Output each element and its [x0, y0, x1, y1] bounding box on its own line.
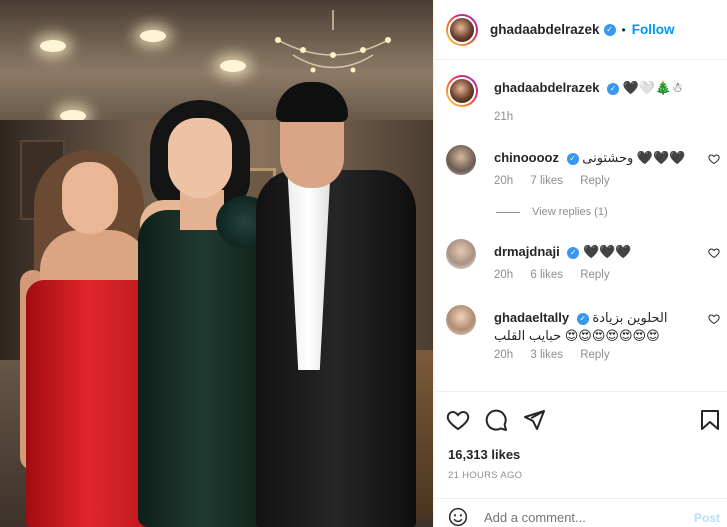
comment-likes[interactable]: 7 likes [530, 175, 563, 187]
add-comment-input[interactable] [484, 510, 664, 525]
comment-username[interactable]: drmajdnaji [494, 244, 560, 259]
emoji-smiley-icon[interactable] [448, 507, 468, 527]
post-header: ghadaabdelrazek ✓ • Follow [434, 0, 727, 60]
share-paper-plane-icon[interactable] [522, 408, 546, 432]
comment-item: chinooooz ✓ وحشتونى 🖤🖤🖤 20h 7 likes Repl… [446, 145, 722, 205]
comment-text: وحشتونى 🖤🖤🖤 [582, 150, 686, 165]
comment-time: 20h [494, 175, 514, 187]
view-replies-label[interactable]: View replies (1) [532, 206, 608, 218]
author-avatar[interactable] [446, 13, 478, 46]
comment-item: drmajdnaji ✓ 🖤🖤🖤 20h 6 likes Reply [446, 239, 722, 299]
commenter-avatar[interactable] [446, 239, 476, 269]
comment-likes[interactable]: 6 likes [530, 269, 563, 281]
man-suit [256, 170, 416, 527]
chandelier [275, 10, 391, 73]
posted-time: 21 HOURS AGO [448, 470, 523, 481]
commenter-avatar[interactable] [446, 145, 476, 175]
reply-button[interactable]: Reply [580, 175, 609, 187]
likes-count[interactable]: 16,313 likes [448, 447, 520, 462]
post-comment-button[interactable]: Post [694, 511, 720, 525]
ceiling-light [140, 30, 166, 42]
caption-text: 🖤🤍🎄☃ [622, 80, 683, 95]
caption: ghadaabdelrazek ✓ 🖤🤍🎄☃ 21h [446, 75, 722, 135]
like-comment-heart-icon[interactable] [708, 153, 720, 165]
view-replies-button[interactable]: View replies (1) [496, 206, 608, 218]
verified-icon: ✓ [607, 83, 620, 95]
follow-button[interactable]: Follow [632, 22, 675, 37]
comment-text: 🖤🖤🖤 [583, 244, 632, 259]
author-username[interactable]: ghadaabdelrazek [490, 22, 600, 37]
comment-time: 20h [494, 269, 514, 281]
verified-icon: ✓ [603, 23, 616, 36]
verified-icon: ✓ [576, 313, 589, 325]
verified-icon: ✓ [567, 247, 580, 259]
reply-button[interactable]: Reply [580, 349, 609, 361]
comment-time: 20h [494, 349, 514, 361]
ceiling-light [40, 40, 66, 52]
add-comment-row: Post [434, 498, 727, 527]
comments-list[interactable]: ghadaabdelrazek ✓ 🖤🤍🎄☃ 21h chinooooz ✓ و… [434, 61, 727, 391]
like-comment-heart-icon[interactable] [708, 313, 720, 325]
caption-time: 21h [494, 111, 514, 123]
like-heart-icon[interactable] [446, 408, 470, 432]
save-bookmark-icon[interactable] [698, 408, 722, 432]
reply-button[interactable]: Reply [580, 269, 609, 281]
separator-dot: • [621, 22, 626, 37]
post-actions: 16,313 likes 21 HOURS AGO Post [434, 391, 727, 527]
verified-icon: ✓ [566, 153, 579, 165]
commenter-avatar[interactable] [446, 305, 476, 335]
comment-item: ghadaeltally ✓ الحلوين بزيادة حبايب القل… [446, 305, 722, 385]
comment-username[interactable]: ghadaeltally [494, 310, 569, 325]
caption-username[interactable]: ghadaabdelrazek [494, 80, 600, 95]
divider [496, 211, 520, 213]
post-sidebar: ghadaabdelrazek ✓ • Follow ghadaabdelraz… [433, 0, 727, 527]
comment-bubble-icon[interactable] [484, 408, 508, 432]
post-photo[interactable] [0, 0, 433, 527]
comment-username[interactable]: chinooooz [494, 150, 559, 165]
green-dress [138, 210, 268, 527]
woman-left-face [62, 162, 118, 234]
woman-center-face [168, 118, 232, 198]
ceiling-light [220, 60, 246, 72]
like-comment-heart-icon[interactable] [708, 247, 720, 259]
author-avatar[interactable] [446, 75, 478, 107]
comment-likes[interactable]: 3 likes [530, 349, 563, 361]
